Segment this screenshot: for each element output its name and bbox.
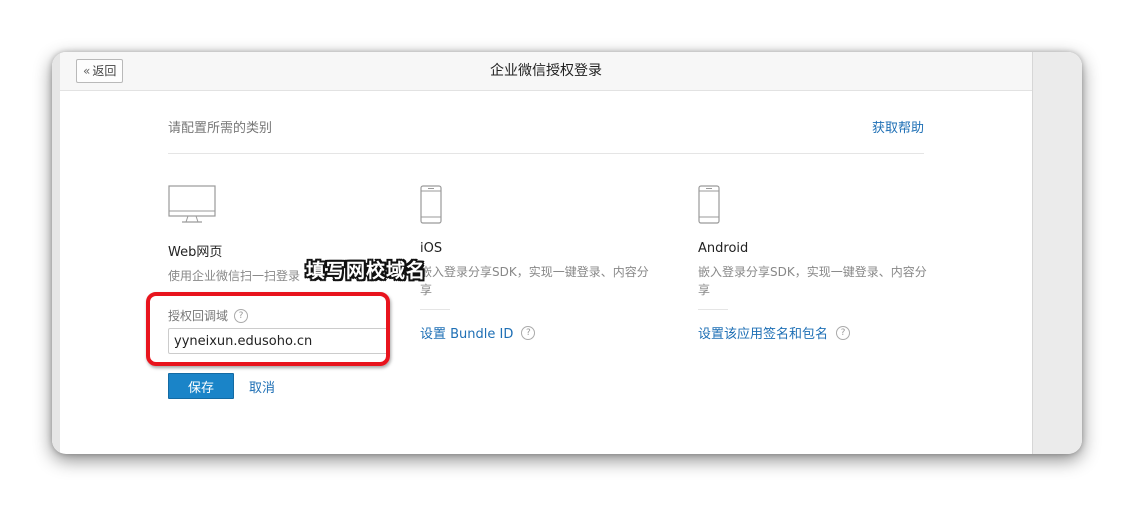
monitor-icon <box>168 185 398 227</box>
section-header: 请配置所需的类别 获取帮助 <box>168 117 924 154</box>
help-question-icon[interactable]: ? <box>521 325 536 340</box>
title-bar: « 返回 企业微信授权登录 <box>60 52 1032 91</box>
help-question-icon[interactable]: ? <box>234 308 249 323</box>
platform-ios-description: 嵌入登录分享SDK，实现一键登录、内容分享 <box>420 265 649 297</box>
app-window: « 返回 企业微信授权登录 请配置所需的类别 获取帮助 Web网页 使用企业微信… <box>52 52 1082 454</box>
platform-ios-title: iOS <box>420 241 443 256</box>
main-content: 请配置所需的类别 获取帮助 Web网页 使用企业微信扫一扫登录 iOS 嵌入登录… <box>60 91 1032 454</box>
callback-domain-label-text: 授权回调域 <box>168 309 229 323</box>
right-gutter <box>1032 52 1082 454</box>
set-bundle-id-link[interactable]: 设置 Bundle ID ? <box>420 323 536 342</box>
callback-domain-label: 授权回调域 ? <box>168 307 249 324</box>
set-app-signature-link[interactable]: 设置该应用签名和包名 ? <box>698 323 851 342</box>
help-question-icon[interactable]: ? <box>836 325 851 340</box>
platform-android-description: 嵌入登录分享SDK，实现一键登录、内容分享 <box>698 265 927 297</box>
save-button[interactable]: 保存 <box>168 373 234 399</box>
page-title: 企业微信授权登录 <box>490 63 602 79</box>
set-bundle-id-label: 设置 Bundle ID <box>420 327 514 342</box>
platform-android: Android 嵌入登录分享SDK，实现一键登录、内容分享 <box>698 185 938 310</box>
help-link[interactable]: 获取帮助 <box>872 117 924 136</box>
platform-android-title: Android <box>698 241 749 256</box>
set-app-signature-label: 设置该应用签名和包名 <box>698 327 829 342</box>
cancel-link[interactable]: 取消 <box>249 377 275 396</box>
window-left-edge <box>52 52 60 454</box>
annotation-text: 填写网校域名 <box>306 260 427 282</box>
phone-icon <box>420 185 660 227</box>
divider <box>698 309 728 310</box>
phone-icon <box>698 185 938 227</box>
divider <box>420 309 450 310</box>
platform-ios: iOS 嵌入登录分享SDK，实现一键登录、内容分享 <box>420 185 660 310</box>
platform-web: Web网页 使用企业微信扫一扫登录 <box>168 185 398 303</box>
section-label: 请配置所需的类别 <box>168 121 273 136</box>
callback-domain-input[interactable] <box>168 328 388 354</box>
